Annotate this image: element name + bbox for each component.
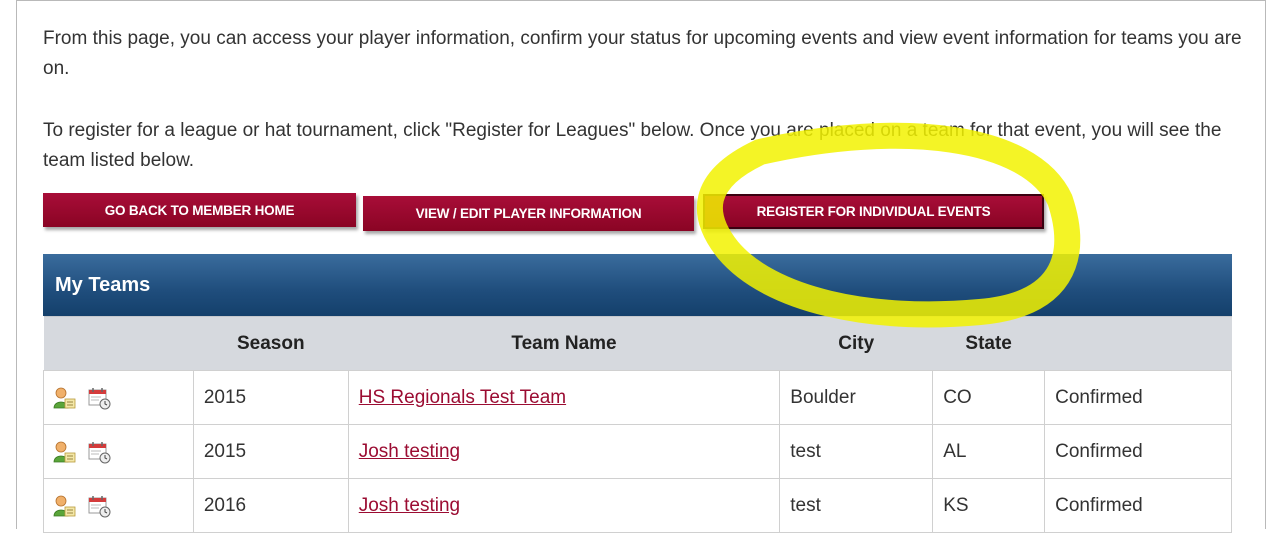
calendar-clock-icon[interactable] <box>87 494 111 518</box>
status-cell: Confirmed <box>1044 478 1232 533</box>
table-header-row: Season Team Name City State <box>43 316 1232 371</box>
teams-table: Season Team Name City State 2015 HS Regi… <box>43 316 1232 533</box>
calendar-clock-icon[interactable] <box>87 440 111 464</box>
state-cell: KS <box>932 478 1046 533</box>
team-link[interactable]: HS Regionals Test Team <box>359 387 566 408</box>
team-link[interactable]: Josh testing <box>359 441 460 462</box>
register-individual-events-button[interactable]: REGISTER FOR INDIVIDUAL EVENTS <box>703 194 1044 229</box>
team-name-cell: HS Regionals Test Team <box>347 370 781 425</box>
table-row: 2016 Josh testing test KS Confirmed <box>43 478 1232 533</box>
row-actions <box>43 478 194 533</box>
my-teams-panel: My Teams Season Team Name City State 201… <box>43 254 1232 533</box>
player-profile-icon[interactable] <box>52 386 76 410</box>
season-cell: 2015 <box>192 370 349 425</box>
status-cell: Confirmed <box>1044 424 1232 479</box>
player-profile-icon[interactable] <box>52 440 76 464</box>
player-profile-icon[interactable] <box>52 494 76 518</box>
team-link[interactable]: Josh testing <box>359 495 460 516</box>
intro-paragraph-2: To register for a league or hat tourname… <box>43 120 1222 171</box>
column-header-city: City <box>779 316 933 371</box>
team-name-cell: Josh testing <box>347 424 781 479</box>
column-header-season: Season <box>193 316 349 371</box>
season-cell: 2015 <box>192 424 349 479</box>
column-header-status <box>1044 316 1232 371</box>
season-cell: 2016 <box>192 478 349 533</box>
intro-paragraph-1: From this page, you can access your play… <box>43 28 1242 79</box>
table-row: 2015 HS Regionals Test Team Boulder CO C… <box>43 370 1232 425</box>
my-teams-title: My Teams <box>43 254 1232 316</box>
city-cell: test <box>779 478 934 533</box>
city-cell: test <box>779 424 934 479</box>
team-name-cell: Josh testing <box>347 478 781 533</box>
state-cell: CO <box>932 370 1046 425</box>
city-cell: Boulder <box>779 370 934 425</box>
column-header-icons <box>43 316 194 371</box>
column-header-state: State <box>932 316 1045 371</box>
state-cell: AL <box>932 424 1046 479</box>
row-actions <box>43 424 194 479</box>
view-edit-player-info-button[interactable]: VIEW / EDIT PLAYER INFORMATION <box>363 196 694 231</box>
table-row: 2015 Josh testing test AL Confirmed <box>43 424 1232 479</box>
calendar-clock-icon[interactable] <box>87 386 111 410</box>
go-back-member-home-button[interactable]: GO BACK TO MEMBER HOME <box>43 193 356 227</box>
row-actions <box>43 370 194 425</box>
status-cell: Confirmed <box>1044 370 1232 425</box>
column-header-team-name: Team Name <box>348 316 780 371</box>
